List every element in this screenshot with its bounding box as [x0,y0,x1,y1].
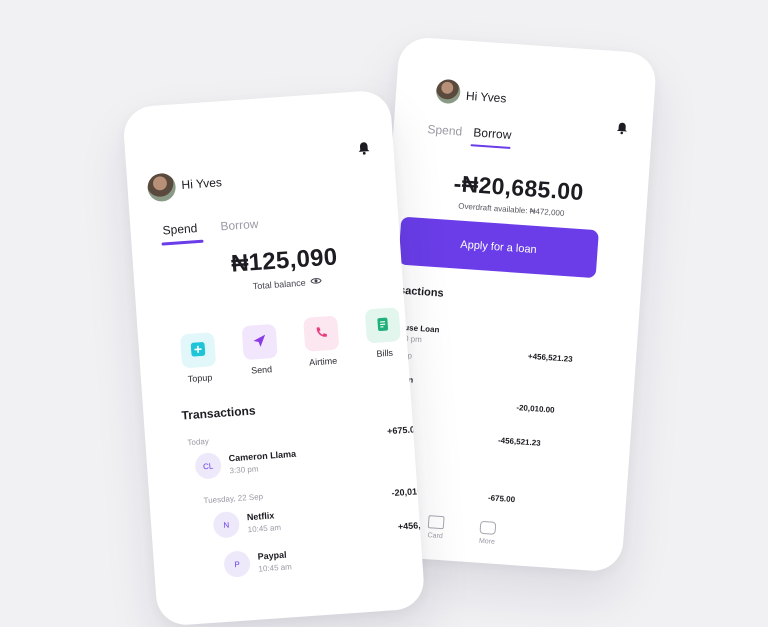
nav-more[interactable]: More [479,520,497,546]
avatar: CL [194,451,223,480]
bell-icon[interactable] [615,121,628,140]
paper-plane-icon [252,333,267,350]
eye-icon[interactable] [310,277,322,288]
transactions-title: Transactions [181,403,256,423]
total-balance-amount: ₦125,090 [230,243,339,278]
topup-button[interactable]: Topup [174,332,223,385]
bills-button[interactable]: Bills [359,307,408,360]
amount: -456,521.23 [497,435,541,448]
phone-icon [314,325,329,342]
more-icon [479,520,497,535]
plus-icon [190,342,206,359]
bell-icon[interactable] [357,141,371,161]
avatar: P [223,550,251,578]
amount: -20,010.00 [516,403,555,415]
table-row[interactable]: N Netflix 10:45 am [212,508,281,539]
avatar: N [212,510,241,539]
avatar[interactable] [435,78,462,105]
table-row[interactable]: CL Cameron Llama 3:30 pm [194,447,297,480]
tab-borrow[interactable]: Borrow [220,217,259,234]
overdraft-available: Overdraft available: ₦472,000 [457,201,565,218]
nav-card[interactable]: Card [427,515,445,540]
amount: +456,521.23 [527,351,573,364]
amount: -675.00 [487,493,516,505]
total-balance-label-row: Total balance [252,277,322,291]
airtime-button[interactable]: Airtime [297,315,346,368]
apply-loan-button[interactable]: Apply for a loan [398,216,599,279]
tab-borrow[interactable]: Borrow [473,125,512,142]
greeting: Hi Yves [181,175,223,193]
tab-indicator [161,239,204,246]
card-icon [427,515,445,530]
spend-screen: Hi Yves Spend Borrow ₦125,090 Total bala… [122,89,426,627]
tab-indicator [470,144,511,149]
send-button[interactable]: Send [236,323,285,376]
tab-spend[interactable]: Spend [427,122,463,138]
group-label: Tuesday, 22 Sep [203,492,264,506]
overdraft-amount: -₦20,685.00 [452,170,585,206]
receipt-icon [375,317,390,334]
tab-spend[interactable]: Spend [162,221,198,237]
avatar[interactable] [146,172,177,203]
table-row[interactable]: P Paypal 10:45 am [223,547,292,578]
group-label: Today [187,436,210,448]
greeting: Hi Yves [465,88,507,106]
